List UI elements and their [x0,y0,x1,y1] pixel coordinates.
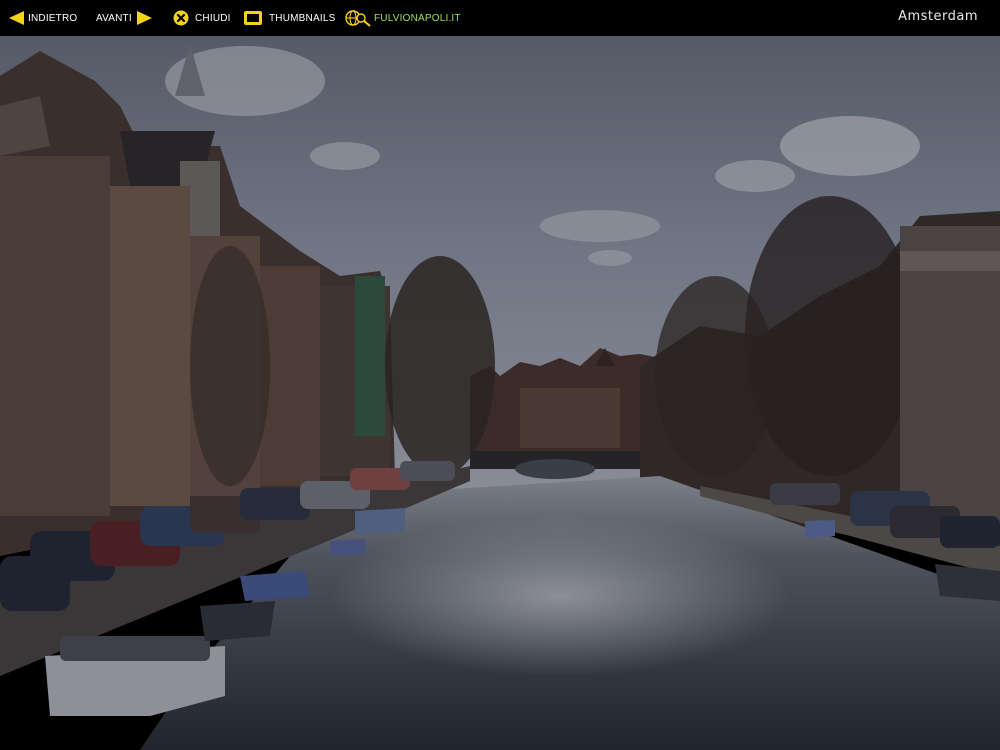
thumbnails-button[interactable]: THUMBNAILS [244,0,335,36]
close-button[interactable]: CHIUDI [173,0,231,36]
back-label: INDIETRO [28,12,78,24]
close-label: CHIUDI [195,12,231,24]
globe-magnifier-icon [345,9,372,27]
thumbnails-frame-icon [244,11,262,25]
arrow-right-icon [136,11,152,25]
top-toolbar: INDIETRO AVANTI CHIUDI THUMBNAILS FULVIO… [0,0,1000,36]
page-title: Amsterdam [898,9,978,24]
back-button[interactable]: INDIETRO [9,0,77,36]
forward-label: AVANTI [96,12,132,24]
canal-photo [0,36,1000,750]
site-label: FULVIONAPOLI.IT [374,12,461,24]
arrow-left-icon [9,11,25,25]
thumbnails-label: THUMBNAILS [269,12,336,24]
site-link[interactable]: FULVIONAPOLI.IT [345,0,461,36]
forward-button[interactable]: AVANTI [96,0,152,36]
close-circle-icon [173,10,189,26]
